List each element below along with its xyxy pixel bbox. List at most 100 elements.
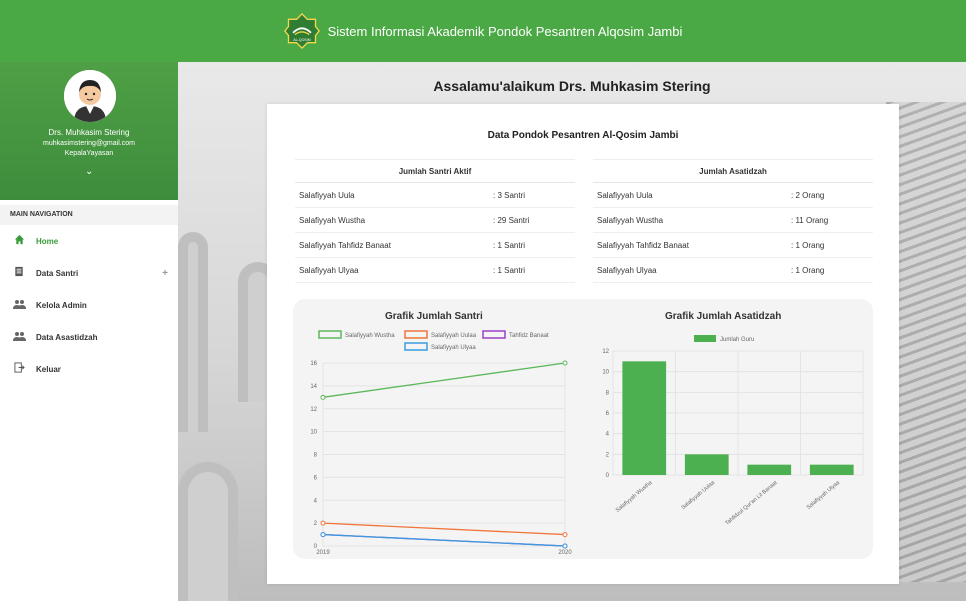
user-email: muhkasimstering@gmail.com xyxy=(43,140,135,147)
x-tick-label: 2019 xyxy=(316,550,330,556)
y-tick-label: 12 xyxy=(310,407,317,413)
legend-swatch xyxy=(404,342,428,351)
series-line xyxy=(322,522,566,536)
table-row: Salafiyyah Tahfidz Banaat : 1 Santri xyxy=(295,233,575,258)
user-role: KepalaYayasan xyxy=(64,150,114,157)
y-tick-label: 2 xyxy=(606,452,610,458)
x-tick-label: 2020 xyxy=(558,550,572,556)
users-icon xyxy=(12,331,26,344)
charts-panel: Grafik Jumlah Santri Grafik Jumlah Asati… xyxy=(293,299,873,559)
legend-swatch xyxy=(694,335,716,342)
row-value: : 2 Orang xyxy=(791,190,825,200)
legend-label: Salafiyyah Ulyaa xyxy=(431,345,476,351)
expand-icon[interactable]: + xyxy=(162,268,168,279)
row-label: Salafiyyah Tahfidz Banaat xyxy=(597,240,689,250)
series-line xyxy=(322,362,566,398)
document-icon xyxy=(12,266,26,280)
series-line xyxy=(322,533,566,547)
sidebar-item-home[interactable]: Home xyxy=(0,225,178,257)
logout-icon xyxy=(12,362,26,376)
table-row: Salafiyyah Tahfidz Banaat : 1 Orang xyxy=(593,233,873,258)
table-row: Salafiyyah Wustha : 11 Orang xyxy=(593,208,873,233)
data-point xyxy=(562,543,568,549)
bar-chart-title: Grafik Jumlah Asatidzah xyxy=(665,311,782,322)
asatidzah-table-heading: Jumlah Asatidzah xyxy=(593,159,873,183)
row-value: : 11 Orang xyxy=(791,215,829,225)
y-tick-label: 14 xyxy=(310,384,317,390)
y-tick-label: 0 xyxy=(606,473,610,479)
row-label: Salafiyyah Ulyaa xyxy=(597,265,657,275)
row-value: : 1 Santri xyxy=(493,265,526,275)
pesantren-logo: AL-QOSIM xyxy=(283,13,320,49)
santri-table: Jumlah Santri Aktif Salafiyyah Uula : 3 S… xyxy=(295,159,575,283)
y-tick-label: 10 xyxy=(602,370,609,376)
table-row: Salafiyyah Ulyaa : 1 Orang xyxy=(593,258,873,283)
x-tick-label: Salafiyyah Wustha xyxy=(615,479,654,513)
legend-label: Tahfidz Banaat xyxy=(509,333,549,339)
table-row: Salafiyyah Ulyaa : 1 Santri xyxy=(295,258,575,283)
y-tick-label: 2 xyxy=(314,521,318,527)
data-point xyxy=(320,394,326,400)
user-panel: Drs. Muhkasim Stering muhkasimstering@gm… xyxy=(0,62,178,200)
y-tick-label: 4 xyxy=(314,498,318,504)
row-label: Salafiyyah Wustha xyxy=(597,215,664,225)
sidebar-item-label: Kelola Admin xyxy=(36,300,87,310)
data-point xyxy=(320,532,326,538)
data-point xyxy=(562,360,568,366)
santri-table-heading: Jumlah Santri Aktif xyxy=(295,159,575,183)
sidebar-item-data-santri[interactable]: Data Santri + xyxy=(0,257,178,289)
home-icon xyxy=(12,234,26,248)
x-tick-label: Salafiyyah Uulaa xyxy=(681,479,717,511)
legend-label: Salafiyyah Wustha xyxy=(345,333,395,339)
logo-text: AL-QOSIM xyxy=(293,38,311,42)
row-label: Salafiyyah Wustha xyxy=(299,215,366,225)
data-point xyxy=(562,532,568,538)
sidebar-item-kelola-admin[interactable]: Kelola Admin xyxy=(0,289,178,321)
sidebar-item-label: Data Santri xyxy=(36,268,79,278)
bar xyxy=(809,464,854,475)
legend-swatch xyxy=(318,330,342,339)
bar xyxy=(622,361,667,475)
table-row: Salafiyyah Uula : 3 Santri xyxy=(295,183,575,208)
row-label: Salafiyyah Uula xyxy=(299,190,355,200)
bar xyxy=(684,454,729,475)
sidebar-item-label: Keluar xyxy=(36,364,61,374)
chevron-down-icon[interactable]: ⌄ xyxy=(85,166,93,177)
sidebar-item-label: Home xyxy=(36,236,59,246)
sidebar-item-label: Data Asastidzah xyxy=(36,332,98,342)
row-value: : 1 Orang xyxy=(791,240,825,250)
table-row: Salafiyyah Wustha : 29 Santri xyxy=(295,208,575,233)
y-tick-label: 12 xyxy=(602,349,609,355)
users-icon xyxy=(12,299,26,312)
sidebar: Drs. Muhkasim Stering muhkasimstering@gm… xyxy=(0,62,178,601)
asatidzah-table: Jumlah Asatidzah Salafiyyah Uula : 2 Oran… xyxy=(593,159,873,283)
x-tick-label: Salafiyyah Ulyaa xyxy=(806,479,842,511)
sidebar-item-keluar[interactable]: Keluar xyxy=(0,353,178,385)
santri-line-chart: Salafiyyah Wustha Salafiyyah Uulaa Tahfidz… xyxy=(310,330,572,556)
legend-label: Salafiyyah Uulaa xyxy=(431,333,477,339)
legend-swatch xyxy=(404,330,428,339)
y-tick-label: 6 xyxy=(314,475,318,481)
x-tick-label: Tahfidzul Qur'an Lil Banaat xyxy=(724,480,778,527)
avatar xyxy=(64,70,116,122)
dashboard-card: Data Pondok Pesantren Al-Qosim Jambi Jum… xyxy=(267,104,899,584)
asatidzah-bar-chart: Jumlah Guru 0 2 4 6 8 10 12 Salafiyyah Wustha Sal… xyxy=(602,335,864,527)
y-tick-label: 8 xyxy=(606,390,610,396)
row-value: : 3 Santri xyxy=(493,190,526,200)
greeting-title: Assalamu'alaikum Drs. Muhkasim Stering xyxy=(433,78,711,94)
y-tick-label: 16 xyxy=(310,361,317,367)
row-label: Salafiyyah Ulyaa xyxy=(299,265,359,275)
top-header: AL-QOSIM Sistem Informasi Akademik Pondo… xyxy=(0,0,966,62)
y-tick-label: 10 xyxy=(310,430,317,436)
nav-heading: MAIN NAVIGATION xyxy=(0,205,178,225)
row-value: : 29 Santri xyxy=(493,215,530,225)
row-value: : 1 Santri xyxy=(493,240,526,250)
row-label: Salafiyyah Uula xyxy=(597,190,653,200)
table-row: Salafiyyah Uula : 2 Orang xyxy=(593,183,873,208)
legend-swatch xyxy=(482,330,506,339)
row-label: Salafiyyah Tahfidz Banaat xyxy=(299,240,391,250)
row-value: : 1 Orang xyxy=(791,265,825,275)
card-title: Data Pondok Pesantren Al-Qosim Jambi xyxy=(487,130,679,141)
bar xyxy=(747,464,792,475)
sidebar-item-data-asastidzah[interactable]: Data Asastidzah xyxy=(0,321,178,353)
